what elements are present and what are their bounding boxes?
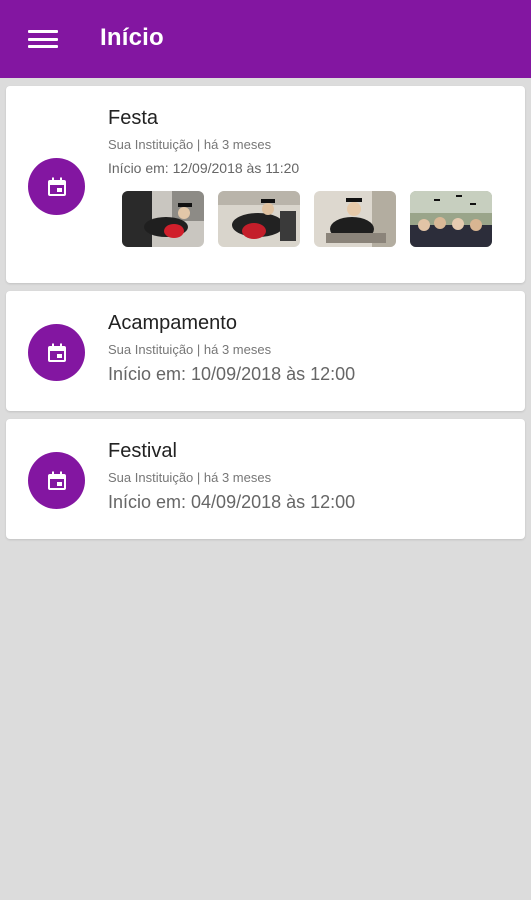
event-start: Início em: 10/09/2018 às 12:00	[108, 364, 356, 384]
hamburger-menu-icon[interactable]	[28, 26, 58, 52]
event-card-acampamento[interactable]: Acampamento Sua Instituição | há 3 meses…	[6, 291, 525, 411]
event-title: Festa	[108, 107, 159, 129]
event-meta: Sua Instituição | há 3 meses	[108, 342, 272, 357]
event-list: Festa Sua Instituição | há 3 meses Iníci…	[6, 86, 525, 547]
event-card-festa[interactable]: Festa Sua Instituição | há 3 meses Iníci…	[6, 86, 525, 283]
event-title: Festival	[108, 440, 177, 462]
event-title: Acampamento	[108, 312, 237, 334]
calendar-icon	[47, 471, 66, 490]
event-card-festival[interactable]: Festival Sua Instituição | há 3 meses In…	[6, 419, 525, 539]
graduation-photo-4[interactable]	[410, 191, 492, 247]
event-meta: Sua Instituição | há 3 meses	[108, 137, 272, 152]
event-photos	[122, 191, 509, 247]
graduation-photo-2[interactable]	[218, 191, 300, 247]
event-start: Início em: 04/09/2018 às 12:00	[108, 492, 356, 512]
graduation-photo-3[interactable]	[314, 191, 396, 247]
event-avatar	[28, 324, 85, 381]
calendar-icon	[47, 177, 66, 196]
event-avatar	[28, 158, 85, 215]
calendar-icon	[47, 343, 66, 362]
graduation-photo-1[interactable]	[122, 191, 204, 247]
app-bar: Início	[0, 0, 531, 78]
event-meta: Sua Instituição | há 3 meses	[108, 470, 272, 485]
event-start: Início em: 12/09/2018 às 11:20	[108, 160, 300, 176]
event-avatar	[28, 452, 85, 509]
page-title: Início	[100, 24, 164, 51]
